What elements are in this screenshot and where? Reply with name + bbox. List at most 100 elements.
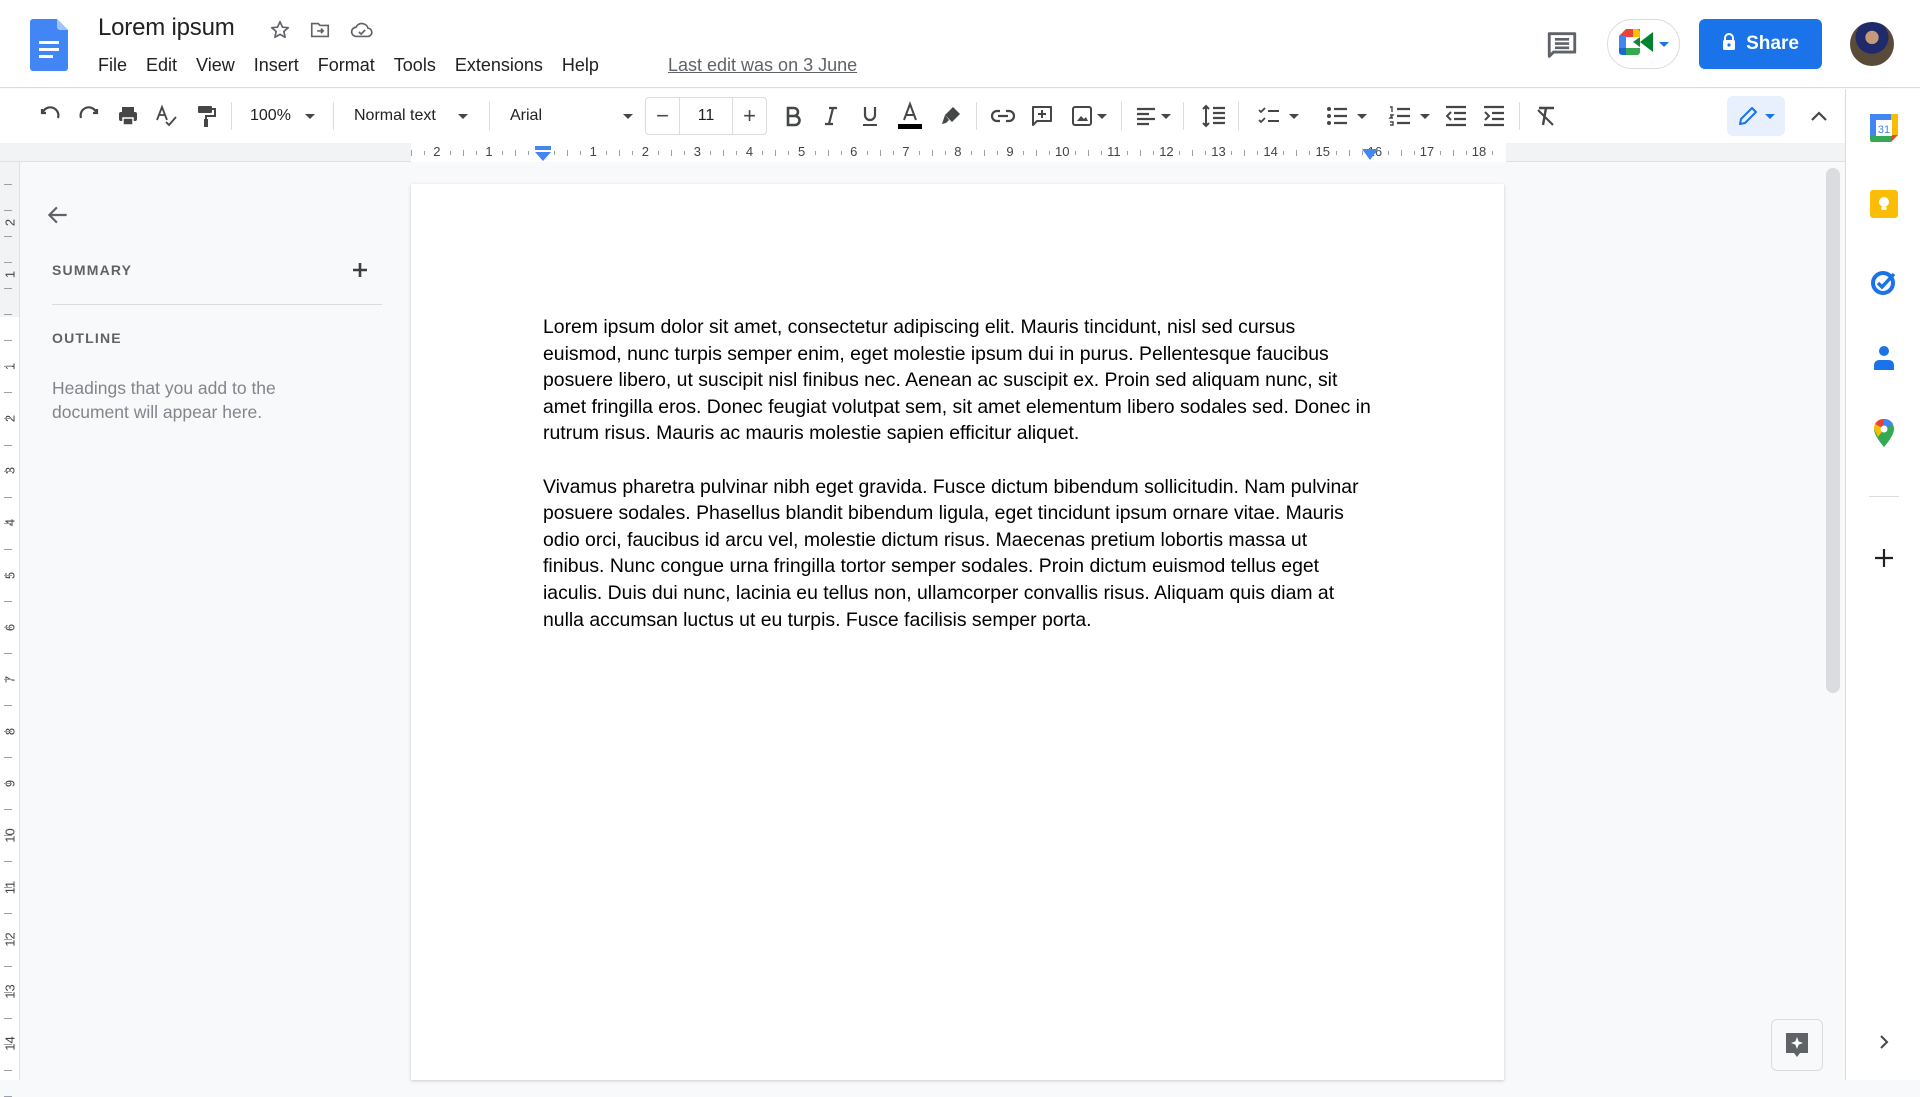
undo-icon[interactable] [34, 89, 66, 143]
menu-help[interactable]: Help [562, 55, 609, 76]
keep-icon[interactable] [1868, 188, 1900, 220]
text-color-icon[interactable] [893, 89, 927, 143]
ruler-tick [4, 731, 12, 733]
docs-logo-icon[interactable] [30, 19, 68, 71]
align-button[interactable] [1130, 89, 1176, 143]
maps-icon[interactable] [1868, 418, 1900, 450]
right-indent-marker-icon[interactable] [1362, 148, 1378, 166]
menu-view[interactable]: View [196, 55, 245, 76]
increase-indent-icon[interactable] [1478, 89, 1510, 143]
ruler-number: 3 [693, 144, 702, 159]
ruler-number: 14 [1263, 144, 1278, 159]
spellcheck-icon[interactable] [150, 89, 182, 143]
zoom-select[interactable]: 100% [240, 89, 330, 143]
print-icon[interactable] [112, 89, 144, 143]
calendar-icon[interactable]: 31 [1868, 112, 1900, 144]
left-indent-marker-icon[interactable] [534, 146, 552, 167]
paint-format-icon[interactable] [190, 89, 222, 143]
add-summary-plus-icon[interactable] [349, 259, 371, 281]
menu-extensions[interactable]: Extensions [455, 55, 553, 76]
summary-heading: SUMMARY [52, 262, 133, 278]
paragraph-style-select[interactable]: Normal text [340, 89, 480, 143]
lock-icon [1722, 32, 1736, 56]
highlight-color-icon[interactable] [935, 89, 967, 143]
clear-formatting-icon[interactable] [1530, 89, 1562, 143]
user-avatar[interactable] [1850, 22, 1894, 66]
document-title[interactable]: Lorem ipsum [98, 14, 235, 42]
ruler-number: 18 [1471, 144, 1487, 159]
insert-link-icon[interactable] [987, 89, 1019, 143]
bold-icon[interactable] [777, 89, 809, 143]
star-icon[interactable] [267, 17, 293, 43]
ruler-tick [1413, 151, 1415, 155]
ruler-tick [514, 150, 516, 156]
ruler-tick [4, 210, 12, 212]
meet-button[interactable] [1607, 19, 1680, 69]
ruler-tick [410, 150, 412, 156]
ruler-tick [866, 151, 868, 155]
chevron-down-icon [304, 113, 315, 119]
redo-icon[interactable] [73, 89, 105, 143]
bulleted-list-button[interactable] [1318, 89, 1374, 143]
tasks-icon[interactable] [1868, 266, 1900, 298]
ruler-tick [4, 470, 12, 472]
ruler-tick [4, 496, 12, 498]
editing-mode-button[interactable] [1727, 96, 1785, 136]
vertical-scrollbar[interactable] [1826, 168, 1840, 693]
insert-image-button[interactable] [1066, 89, 1112, 143]
share-label: Share [1746, 33, 1799, 54]
ruler-tick [671, 150, 673, 156]
get-add-ons-plus-icon[interactable] [1868, 542, 1900, 574]
decrease-font-size-button[interactable]: − [646, 98, 679, 134]
italic-icon[interactable] [815, 89, 847, 143]
menu-tools[interactable]: Tools [394, 55, 446, 76]
ruler-tick [4, 600, 12, 602]
menu-file[interactable]: File [98, 55, 137, 76]
ruler-number: 2 [433, 144, 441, 159]
comment-history-icon[interactable] [1545, 28, 1579, 62]
menu-format[interactable]: Format [318, 55, 385, 76]
checklist-button[interactable] [1250, 89, 1306, 143]
show-side-panel-chevron-icon[interactable] [1872, 1030, 1896, 1054]
hide-menus-icon[interactable] [1804, 89, 1834, 143]
underline-icon[interactable] [854, 89, 886, 143]
ruler-tick [1127, 151, 1129, 155]
paragraph-2[interactable]: Vivamus pharetra pulvinar nibh eget grav… [543, 474, 1373, 634]
checklist-icon [1258, 107, 1279, 124]
font-size-input[interactable]: 11 [679, 98, 733, 134]
ruler-tick [1309, 151, 1311, 155]
chevron-down-icon [458, 113, 468, 119]
line-spacing-icon[interactable] [1198, 89, 1230, 143]
paragraph-1[interactable]: Lorem ipsum dolor sit amet, consectetur … [543, 314, 1373, 447]
decrease-indent-icon[interactable] [1440, 89, 1472, 143]
numbered-list-button[interactable] [1381, 89, 1437, 143]
cloud-saved-icon[interactable] [349, 17, 375, 43]
explore-button[interactable] [1771, 1019, 1823, 1071]
menu-edit[interactable]: Edit [146, 55, 187, 76]
move-to-folder-icon[interactable] [307, 17, 333, 43]
vertical-ruler[interactable]: 211234567891011121314 [0, 162, 20, 1097]
document-page[interactable]: Lorem ipsum dolor sit amet, consectetur … [411, 184, 1504, 1080]
add-comment-icon[interactable] [1026, 89, 1058, 143]
ruler-tick [4, 939, 12, 941]
ruler-tick [658, 151, 660, 155]
contacts-icon[interactable] [1868, 342, 1900, 374]
ruler-number: 9 [1006, 144, 1014, 159]
chevron-down-icon [1765, 113, 1775, 119]
document-outline-panel [21, 162, 411, 1080]
ruler-tick [4, 861, 12, 863]
close-outline-arrow-icon[interactable] [45, 202, 71, 228]
last-edit-link[interactable]: Last edit was on 3 June [668, 55, 857, 76]
chevron-down-icon [1097, 113, 1107, 119]
ruler-tick [710, 151, 712, 155]
ruler-tick [4, 444, 12, 446]
menu-insert[interactable]: Insert [254, 55, 309, 76]
increase-font-size-button[interactable]: + [733, 98, 766, 134]
share-button[interactable]: Share [1699, 19, 1822, 69]
ruler-tick [1022, 151, 1024, 155]
horizontal-ruler[interactable]: 21123456789101112131415161718 [0, 143, 1845, 162]
image-icon [1072, 106, 1092, 126]
ruler-tick [4, 548, 12, 550]
font-family-select[interactable]: Arial [496, 89, 636, 143]
document-body[interactable]: Lorem ipsum dolor sit amet, consectetur … [543, 314, 1373, 660]
